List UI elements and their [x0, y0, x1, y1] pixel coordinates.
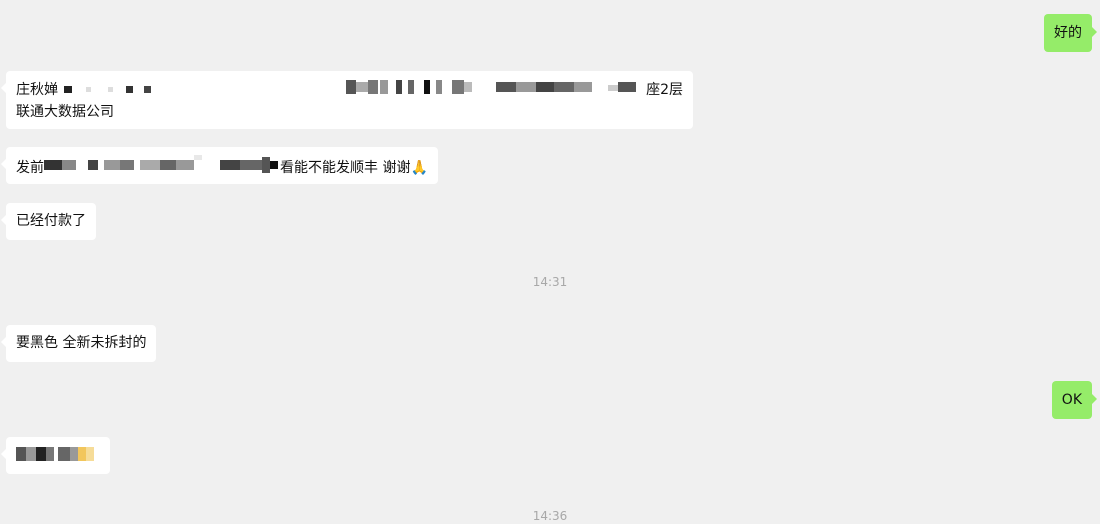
message-text: 庄秋婵: [16, 82, 58, 98]
message-text: 看能不能发顺丰 谢谢🙏: [280, 160, 428, 176]
message-bubble-incoming[interactable]: 发前 看能不能发顺丰 谢谢🙏: [1, 147, 438, 184]
message-bubble-incoming[interactable]: 要黑色 全新未拆封的: [0, 325, 157, 362]
message-bubble-incoming[interactable]: 庄秋婵 座2层 联通大数据公司: [1, 71, 693, 129]
message-text: 好的: [1054, 24, 1082, 41]
message-text: 要黑色 全新未拆封的: [16, 335, 147, 351]
redacted-block: [16, 445, 96, 470]
message-text: 座2层: [646, 82, 683, 98]
timestamp: 14:31: [532, 275, 568, 289]
message-text: 已经付款了: [16, 213, 86, 229]
message-text: 发前: [16, 160, 44, 176]
redacted-block: [64, 80, 154, 101]
timestamp: 14:36: [532, 509, 568, 523]
message-text: 联通大数据公司: [16, 104, 114, 120]
chat-window: 好的 庄秋婵 座2层 联通大数据公司 发前 看能不能发顺丰 谢谢🙏 已经付款了 …: [0, 0, 1100, 524]
message-bubble-outgoing[interactable]: OK: [1051, 381, 1098, 419]
message-bubble-incoming[interactable]: [1, 437, 110, 474]
message-bubble-incoming[interactable]: 已经付款了: [1, 203, 96, 240]
message-bubble-outgoing[interactable]: 好的: [1044, 14, 1097, 52]
redacted-block: [346, 79, 646, 102]
message-text: OK: [1061, 391, 1082, 408]
redacted-block: [44, 155, 280, 182]
